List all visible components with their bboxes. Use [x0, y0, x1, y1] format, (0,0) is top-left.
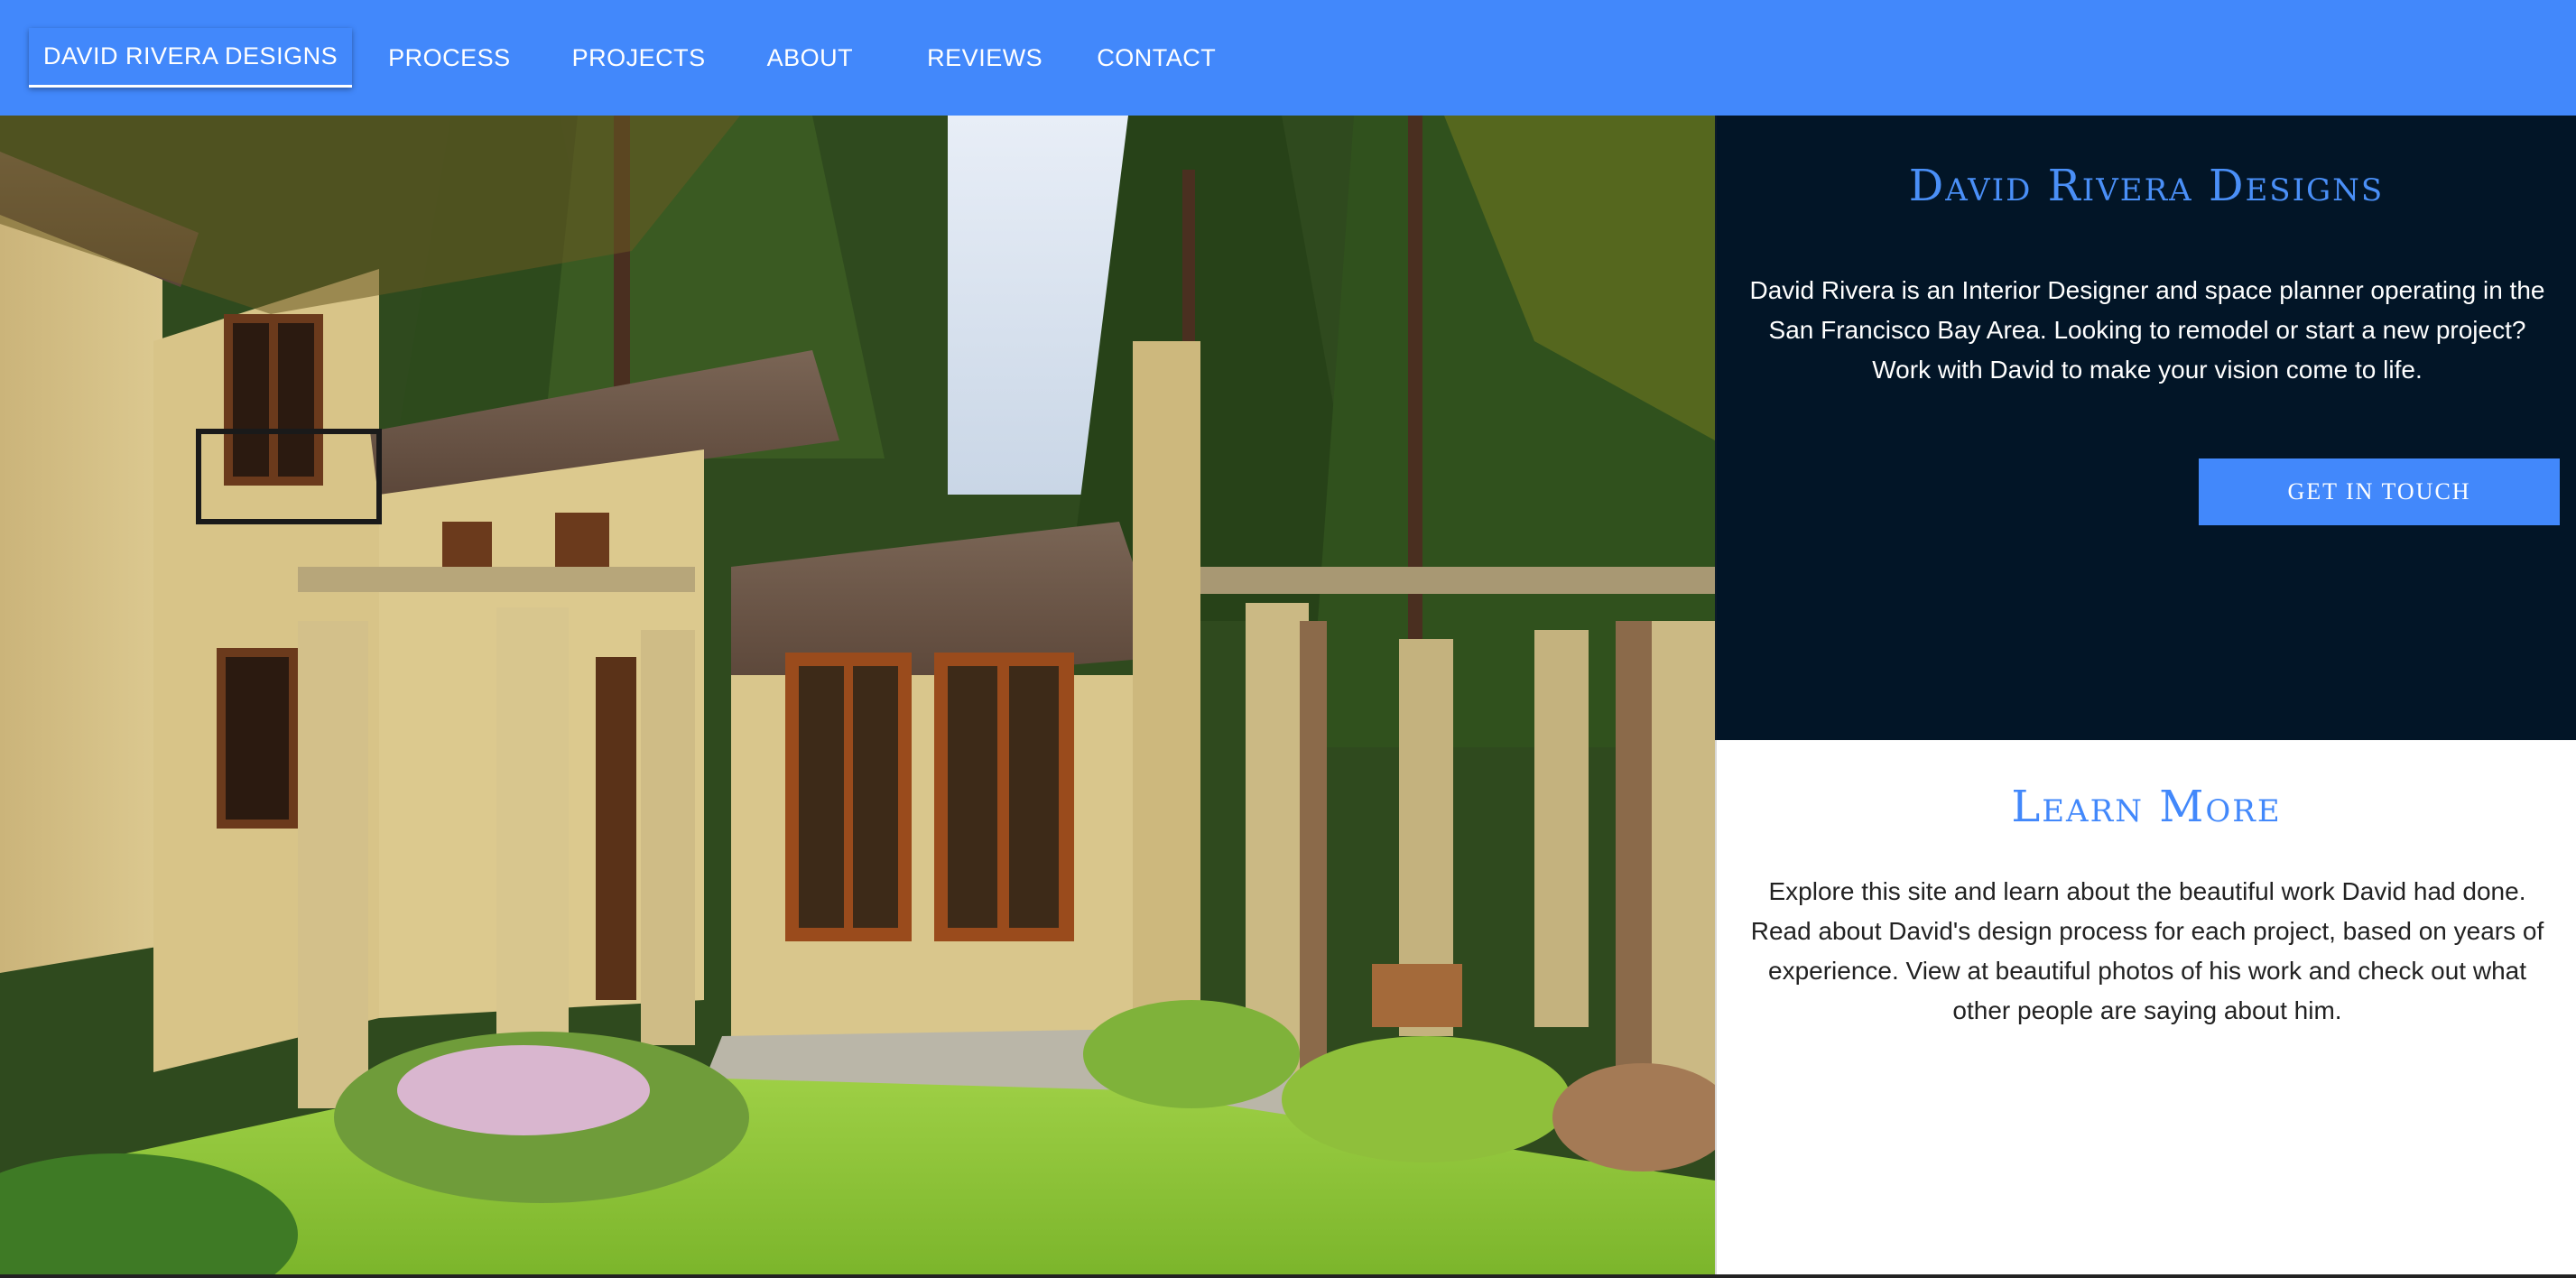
intro-panel: David Rivera Designs David Rivera is an …: [1715, 116, 2576, 740]
get-in-touch-button[interactable]: GET IN TOUCH: [2199, 458, 2560, 525]
nav-item-about[interactable]: ABOUT: [753, 28, 868, 88]
learn-more-description: Explore this site and learn about the be…: [1750, 877, 2544, 1024]
hero-house-photo: [0, 116, 1715, 1278]
top-navbar: DAVID RIVERA DESIGNS PROCESS PROJECTS AB…: [0, 0, 2576, 116]
intro-description: David Rivera is an Interior Designer and…: [1749, 276, 2545, 384]
nav-item-process[interactable]: PROCESS: [374, 28, 525, 88]
intro-title: David Rivera Designs: [1908, 161, 2385, 211]
nav-brand-link[interactable]: DAVID RIVERA DESIGNS: [29, 28, 353, 88]
learn-more-title: Learn More: [2011, 782, 2282, 832]
nav-item-contact[interactable]: CONTACT: [1082, 28, 1230, 88]
nav-item-projects[interactable]: PROJECTS: [558, 28, 720, 88]
bottom-divider: [0, 1274, 2576, 1278]
learn-more-panel: Learn More Explore this site and learn a…: [1715, 740, 2576, 1278]
nav-item-reviews[interactable]: REVIEWS: [913, 28, 1057, 88]
